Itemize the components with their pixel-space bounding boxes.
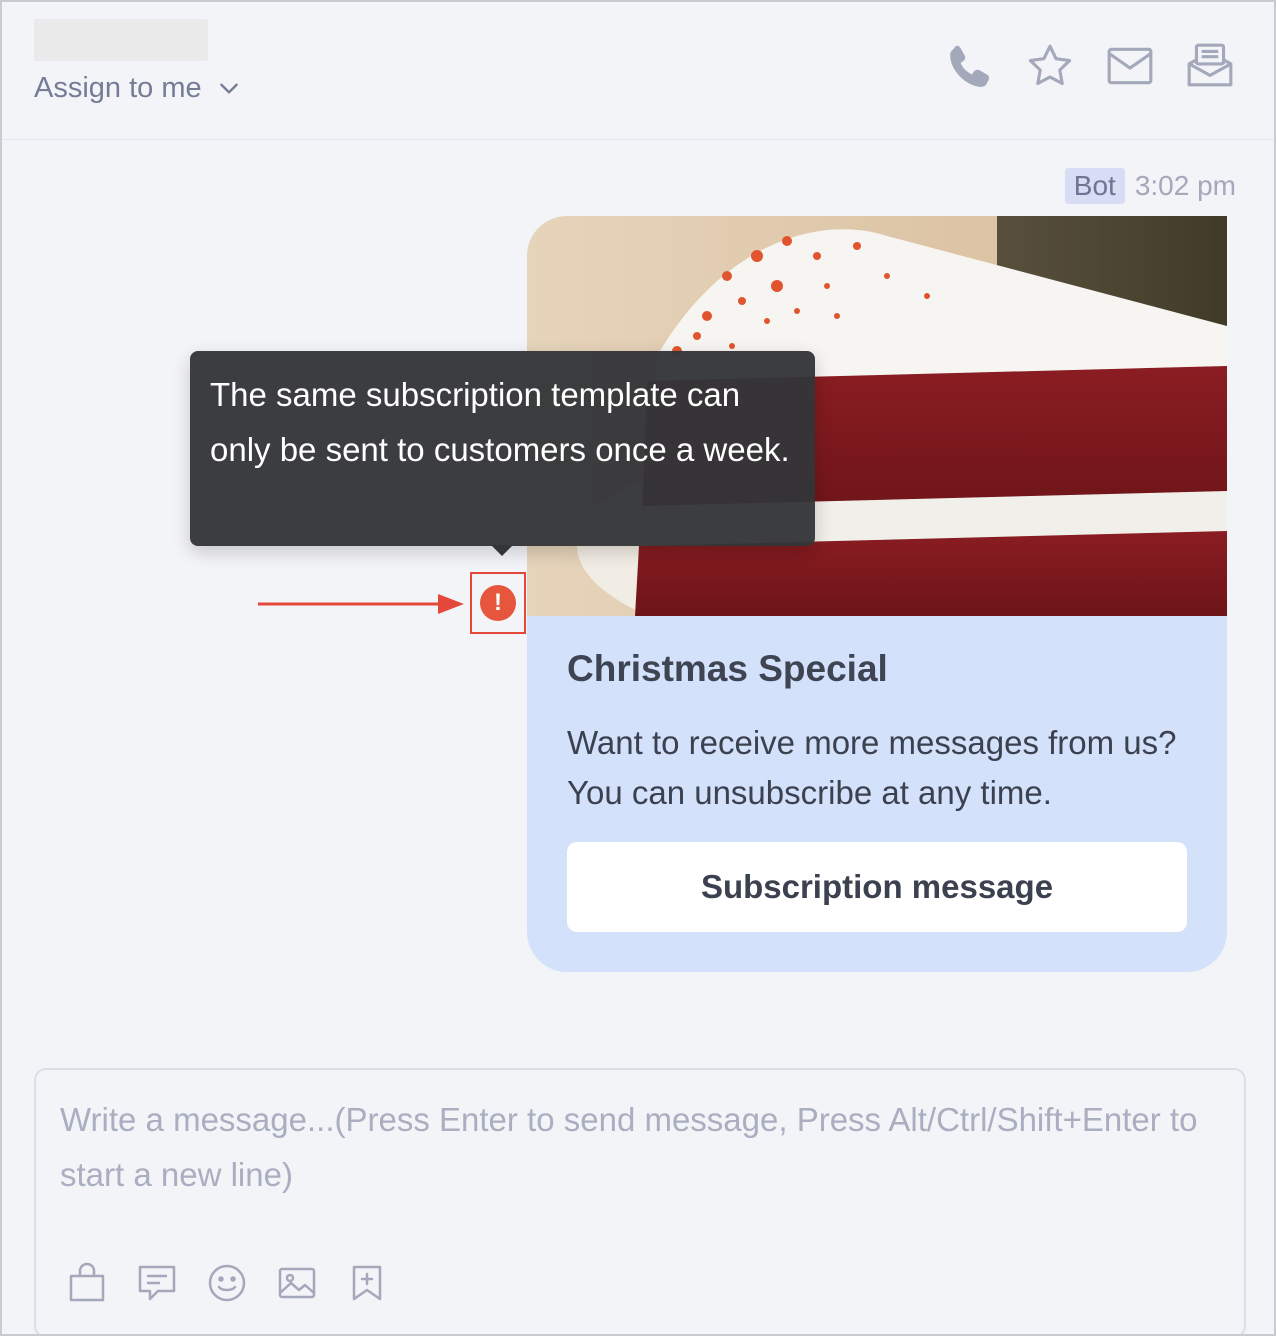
pointer-arrow	[258, 594, 464, 614]
assign-label: Assign to me	[34, 71, 202, 104]
error-tooltip: The same subscription template can only …	[190, 351, 815, 546]
tooltip-arrow	[491, 545, 513, 556]
chat-header: Assign to me	[2, 2, 1274, 140]
inbox-button[interactable]	[1184, 40, 1236, 92]
subscription-card: Christmas Special Want to receive more m…	[527, 216, 1227, 972]
card-text: Want to receive more messages from us? Y…	[567, 724, 1177, 811]
call-button[interactable]	[944, 40, 996, 92]
star-icon	[1028, 44, 1072, 86]
mail-icon	[1107, 47, 1153, 85]
favorite-button[interactable]	[1024, 40, 1076, 92]
subscription-message-button[interactable]: Subscription message	[567, 842, 1187, 932]
assign-dropdown[interactable]: Assign to me	[34, 68, 242, 108]
message-time: 3:02 pm	[1134, 170, 1236, 201]
quick-replies-button[interactable]	[136, 1262, 178, 1304]
bot-badge: Bot	[1064, 168, 1125, 204]
chat-panel: Assign to me Bot 3:02 pm Christmas Speci…	[0, 0, 1276, 1336]
header-actions	[944, 40, 1236, 92]
message-composer	[34, 1068, 1246, 1334]
composer-toolbar	[66, 1262, 388, 1304]
card-body: Christmas Special Want to receive more m…	[567, 648, 1187, 818]
send-failed-indicator[interactable]: !	[470, 572, 526, 634]
phone-icon	[950, 45, 990, 87]
card-title: Christmas Special	[567, 648, 888, 689]
emoji-button[interactable]	[206, 1262, 248, 1304]
image-upload-button[interactable]	[276, 1262, 318, 1304]
exclamation-icon: !	[480, 585, 516, 621]
inbox-icon	[1187, 43, 1233, 87]
quick-reply-icon	[138, 1265, 176, 1301]
shopping-bag-icon	[69, 1262, 105, 1302]
emoji-icon	[208, 1264, 246, 1302]
image-icon	[278, 1267, 316, 1299]
chevron-down-icon	[219, 83, 238, 94]
products-button[interactable]	[66, 1262, 108, 1304]
email-button[interactable]	[1104, 40, 1156, 92]
message-input[interactable]	[60, 1092, 1210, 1242]
bookmark-add-icon	[352, 1265, 382, 1301]
message-meta: Bot 3:02 pm	[1064, 168, 1236, 204]
contact-name-placeholder	[34, 19, 208, 61]
bookmark-add-button[interactable]	[346, 1262, 388, 1304]
